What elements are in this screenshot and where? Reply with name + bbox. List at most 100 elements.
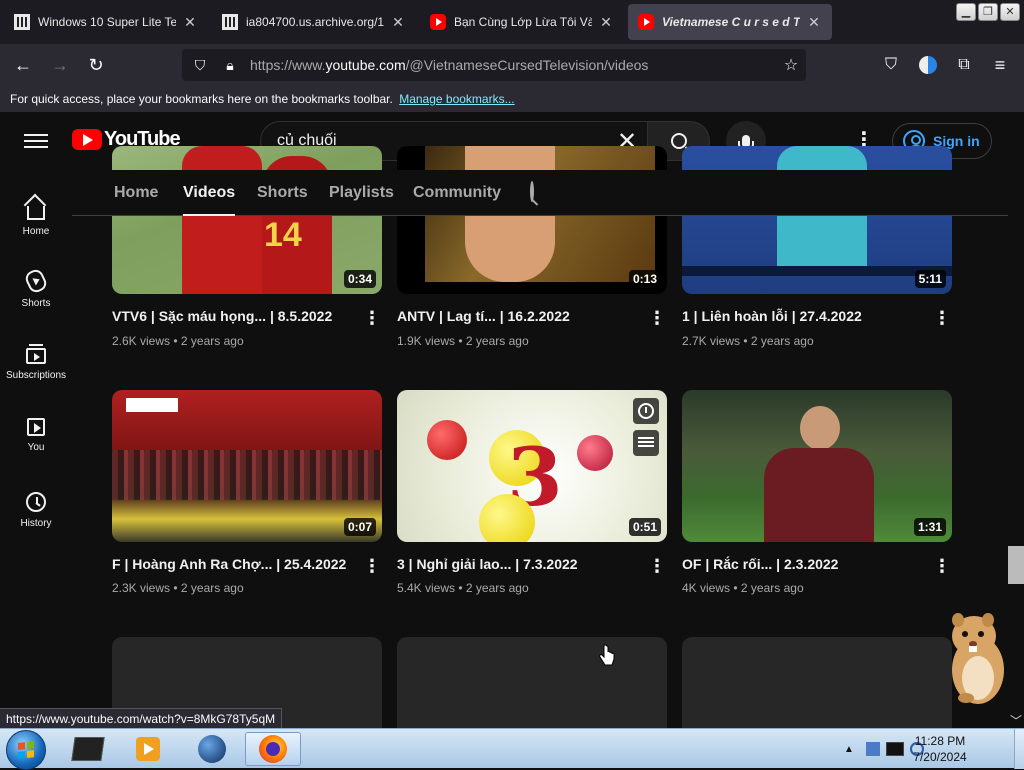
video-menu-icon[interactable]: ⋮ [932, 309, 952, 327]
video-age: 2 years ago [465, 334, 529, 348]
video-age: 2 years ago [750, 334, 814, 348]
globe-icon [198, 735, 226, 763]
network-icon[interactable] [866, 742, 880, 756]
history-icon [26, 492, 46, 512]
tab-playlists[interactable]: Playlists [329, 184, 394, 202]
video-duration: 0:51 [628, 518, 661, 536]
guide-menu-icon[interactable] [24, 130, 48, 152]
account-icon[interactable] [915, 52, 941, 78]
forward-icon[interactable]: → [47, 52, 73, 78]
video-menu-icon[interactable]: ⋮ [362, 309, 382, 327]
browser-tab-title: Bạn Cùng Lớp Lừa Tôi Vào N [454, 15, 592, 29]
browser-tab-1[interactable]: Windows 10 Super Lite Team ✕ [4, 4, 208, 40]
video-title[interactable]: F | Hoàng Anh Ra Chợ... | 25.4.2022 [112, 556, 346, 572]
video-metadata: 2.7K views • 2 years ago [682, 334, 814, 348]
start-button[interactable] [6, 730, 46, 770]
show-desktop-button[interactable] [1014, 729, 1024, 769]
video-duration: 0:07 [343, 518, 376, 536]
guide-item-label: You [27, 442, 45, 453]
browser-tab-strip: Windows 10 Super Lite Team ✕ ia804700.us… [0, 0, 1024, 44]
menu-icon[interactable]: ≡ [987, 52, 1013, 78]
url-prefix: https://www. [250, 57, 326, 73]
youtube-logo-icon [72, 129, 102, 150]
lock-icon[interactable]: 🔒︎ [218, 57, 242, 74]
guide-item-label: History [20, 518, 52, 529]
tab-home[interactable]: Home [114, 184, 158, 202]
video-title[interactable]: OF | Rắc rối... | 2.3.2022 [682, 556, 838, 572]
terminal-icon [71, 737, 105, 761]
guide-item-you[interactable]: You [0, 404, 72, 464]
video-thumbnail[interactable]: 14 0:34 [112, 146, 382, 294]
close-tab-icon[interactable]: ✕ [598, 14, 614, 31]
video-menu-icon[interactable]: ⋮ [647, 557, 667, 575]
extensions-icon[interactable]: ⧉ [951, 52, 977, 78]
url-domain: youtube.com [325, 57, 406, 73]
url-text[interactable]: https://www.youtube.com/@VietnameseCurse… [250, 57, 776, 73]
scroll-down-arrow-icon[interactable]: ﹀ [1010, 712, 1022, 728]
video-title[interactable]: 3 | Nghỉ giải lao... | 7.3.2022 [397, 556, 578, 572]
minimize-button[interactable]: ▁ [956, 3, 976, 21]
browser-tab-3[interactable]: Bạn Cùng Lớp Lừa Tôi Vào N ✕ [420, 4, 624, 40]
video-age: 2 years ago [180, 581, 244, 595]
browser-tab-4-active[interactable]: Vietnamese C u r s e d TV ✕ [628, 4, 832, 40]
tray-expand-icon[interactable]: ▲ [842, 744, 856, 755]
video-views: 4K views [682, 581, 731, 595]
video-duration: 0:34 [343, 270, 376, 288]
guide-sidebar: Home Shorts Subscriptions You History [0, 170, 72, 728]
pocket-icon[interactable]: ⛉ [878, 52, 904, 78]
video-thumbnail[interactable]: 0:13 [397, 146, 667, 294]
guide-item-label: Home [22, 226, 50, 237]
archive-icon [222, 14, 238, 30]
page-scrollbar[interactable] [1008, 112, 1024, 728]
video-thumbnail[interactable]: 0:07 [112, 390, 382, 542]
archive-icon [14, 14, 30, 30]
guide-item-subscriptions[interactable]: Subscriptions [0, 330, 72, 390]
back-icon[interactable]: ← [10, 52, 36, 78]
bookmark-star-icon[interactable]: ☆ [776, 55, 806, 75]
link-status-url: https://www.youtube.com/watch?v=8MkG78Ty… [0, 708, 283, 730]
url-bar[interactable]: ⛉ 🔒︎ https://www.youtube.com/@Vietnamese… [182, 49, 806, 81]
taskbar-clock[interactable]: 11:28 PM 7/20/2024 [900, 733, 980, 765]
video-thumbnail[interactable]: 5:11 [682, 146, 952, 294]
scrollbar-thumb[interactable] [1008, 546, 1024, 584]
taskbar-app-media-player[interactable] [120, 732, 176, 766]
video-title[interactable]: VTV6 | Sặc máu họng... | 8.5.2022 [112, 308, 332, 324]
manage-bookmarks-link[interactable]: Manage bookmarks... [399, 92, 514, 106]
taskbar-app-firefox[interactable] [245, 732, 301, 766]
watch-later-button[interactable] [633, 398, 659, 424]
tab-shorts[interactable]: Shorts [257, 184, 308, 202]
video-duration: 0:13 [628, 270, 661, 288]
taskbar-app-globe[interactable] [184, 732, 240, 766]
you-icon [27, 418, 45, 436]
hamster-sticker-icon [952, 613, 1004, 704]
bookmarks-hint: For quick access, place your bookmarks h… [10, 92, 393, 106]
video-thumbnail[interactable]: 3 0:51 [397, 390, 667, 542]
close-window-button[interactable]: ✕ [1000, 3, 1020, 21]
taskbar-app-terminal[interactable] [60, 732, 116, 766]
video-title[interactable]: ANTV | Lag tí... | 16.2.2022 [397, 308, 570, 324]
guide-item-history[interactable]: History [0, 478, 72, 538]
firefox-icon [259, 735, 287, 763]
browser-tab-2[interactable]: ia804700.us.archive.org/12/it ✕ [212, 4, 416, 40]
windows-taskbar: ▲ 11:28 PM 7/20/2024 [0, 728, 1024, 770]
video-age: 2 years ago [465, 581, 529, 595]
video-title[interactable]: 1 | Liên hoàn lỗi | 27.4.2022 [682, 308, 862, 324]
guide-item-shorts[interactable]: Shorts [0, 256, 72, 316]
shield-icon[interactable]: ⛉ [188, 57, 212, 74]
url-path: /@VietnameseCursedTelevision/videos [405, 57, 649, 73]
video-menu-icon[interactable]: ⋮ [647, 309, 667, 327]
close-tab-icon[interactable]: ✕ [390, 14, 406, 31]
hand-cursor-icon [599, 644, 615, 666]
maximize-button[interactable]: ❐ [978, 3, 998, 21]
close-tab-icon[interactable]: ✕ [182, 14, 198, 31]
video-menu-icon[interactable]: ⋮ [362, 557, 382, 575]
reload-icon[interactable]: ↻ [83, 52, 109, 78]
video-thumbnail[interactable]: 1:31 [682, 390, 952, 542]
channel-search-button[interactable] [530, 181, 534, 202]
add-to-queue-button[interactable] [633, 430, 659, 456]
close-tab-icon[interactable]: ✕ [806, 14, 822, 31]
tab-community[interactable]: Community [413, 184, 501, 202]
video-menu-icon[interactable]: ⋮ [932, 557, 952, 575]
tab-videos[interactable]: Videos [183, 184, 236, 216]
guide-item-home[interactable]: Home [0, 182, 72, 242]
